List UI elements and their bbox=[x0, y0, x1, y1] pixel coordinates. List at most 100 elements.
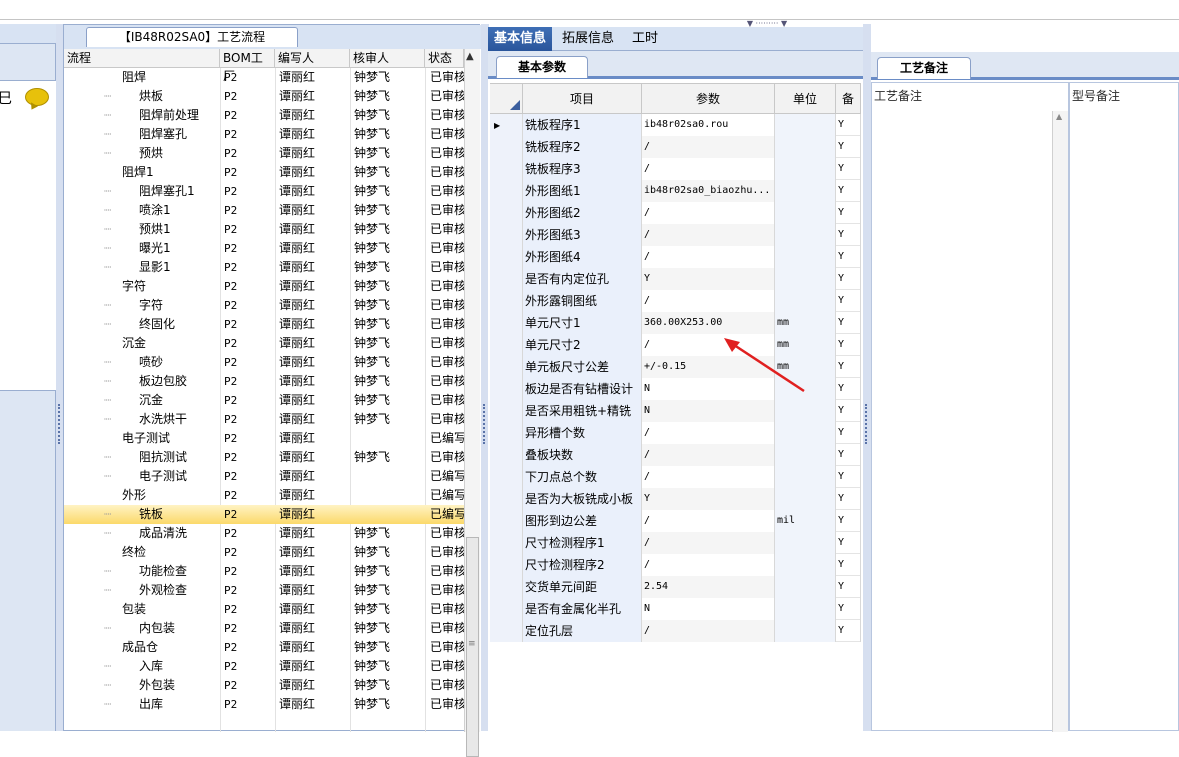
row-selector[interactable] bbox=[490, 488, 523, 510]
param-value[interactable]: N bbox=[642, 400, 775, 422]
param-flag[interactable]: Y bbox=[836, 620, 861, 642]
tree-row[interactable]: ┈ 功能检查 P2 谭丽红 钟梦飞 已审核 bbox=[64, 562, 464, 581]
param-value[interactable]: / bbox=[642, 532, 775, 554]
param-value[interactable]: / bbox=[642, 290, 775, 312]
tree-row[interactable]: ┈ 曝光1 P2 谭丽红 钟梦飞 已审核 bbox=[64, 239, 464, 258]
param-unit[interactable] bbox=[775, 202, 836, 224]
param-row[interactable]: 是否采用粗铣+精铣 N Y bbox=[490, 400, 861, 422]
row-selector[interactable] bbox=[490, 598, 523, 620]
tree-row[interactable]: −成品仓P2谭丽红钟梦飞已审核 bbox=[64, 638, 464, 657]
tree-row[interactable]: −阻焊1P2谭丽红钟梦飞已审核 bbox=[64, 163, 464, 182]
row-selector[interactable] bbox=[490, 268, 523, 290]
param-row[interactable]: 外形图纸3/ Y bbox=[490, 224, 861, 246]
param-flag[interactable]: Y bbox=[836, 378, 861, 400]
param-unit[interactable] bbox=[775, 246, 836, 268]
row-selector[interactable] bbox=[490, 554, 523, 576]
param-row[interactable]: 单元尺寸1 360.00X253.00 mm Y bbox=[490, 312, 861, 334]
param-unit[interactable] bbox=[775, 532, 836, 554]
tree-row[interactable]: ┈ 板边包胶 P2 谭丽红 钟梦飞 已审核 bbox=[64, 372, 464, 391]
param-value[interactable]: / bbox=[642, 158, 775, 180]
tree-row[interactable]: ┈ 铣板 P2 谭丽红 已编写 bbox=[64, 505, 464, 524]
scroll-up-icon[interactable]: ▲ bbox=[466, 51, 474, 62]
row-selector[interactable] bbox=[490, 466, 523, 488]
param-row[interactable]: 叠板块数 / Y bbox=[490, 444, 861, 466]
tab-work-hours[interactable]: 工时 bbox=[626, 27, 664, 51]
param-unit[interactable] bbox=[775, 224, 836, 246]
col-unit[interactable]: 单位 bbox=[775, 84, 836, 114]
param-row[interactable]: 是否为大板铣成小板 Y Y bbox=[490, 488, 861, 510]
tab-extended-info[interactable]: 拓展信息 bbox=[556, 27, 620, 51]
grid-corner[interactable] bbox=[490, 84, 523, 114]
param-flag[interactable]: Y bbox=[836, 268, 861, 290]
tree-row[interactable]: ┈ 显影1 P2 谭丽红 钟梦飞 已审核 bbox=[64, 258, 464, 277]
param-row[interactable]: ▶ 铣板程序1 ib48r02sa0.rou Y bbox=[490, 114, 861, 136]
param-unit[interactable] bbox=[775, 554, 836, 576]
chat-bubble-icon[interactable] bbox=[25, 88, 49, 106]
row-selector[interactable] bbox=[490, 180, 523, 202]
param-unit[interactable] bbox=[775, 466, 836, 488]
row-selector[interactable] bbox=[490, 422, 523, 444]
row-selector[interactable] bbox=[490, 356, 523, 378]
row-selector[interactable] bbox=[490, 158, 523, 180]
row-selector[interactable] bbox=[490, 378, 523, 400]
param-flag[interactable]: Y bbox=[836, 510, 861, 532]
param-flag[interactable]: Y bbox=[836, 400, 861, 422]
row-selector[interactable] bbox=[490, 400, 523, 422]
tree-row[interactable]: ┈ 外包装 P2 谭丽红 钟梦飞 已审核 bbox=[64, 676, 464, 695]
tree-row[interactable]: −包装P2谭丽红钟梦飞已审核 bbox=[64, 600, 464, 619]
tree-row[interactable]: ┈ 成品清洗 P2 谭丽红 钟梦飞 已审核 bbox=[64, 524, 464, 543]
param-unit[interactable] bbox=[775, 488, 836, 510]
param-value[interactable]: Y bbox=[642, 268, 775, 290]
param-flag[interactable]: Y bbox=[836, 576, 861, 598]
param-flag[interactable]: Y bbox=[836, 444, 861, 466]
param-value[interactable]: 360.00X253.00 bbox=[642, 312, 775, 334]
tree-row[interactable]: ┈ 预烘1 P2 谭丽红 钟梦飞 已审核 bbox=[64, 220, 464, 239]
param-flag[interactable]: Y bbox=[836, 312, 861, 334]
row-selector[interactable] bbox=[490, 312, 523, 334]
row-selector[interactable] bbox=[490, 334, 523, 356]
tree-row[interactable]: −沉金P2谭丽红钟梦飞已审核 bbox=[64, 334, 464, 353]
tab-basic-params[interactable]: 基本参数 bbox=[496, 56, 588, 78]
param-unit[interactable]: mm bbox=[775, 312, 836, 334]
param-unit[interactable] bbox=[775, 136, 836, 158]
row-selector[interactable] bbox=[490, 444, 523, 466]
param-unit[interactable] bbox=[775, 598, 836, 620]
param-row[interactable]: 外形图纸1 ib48r02sa0_biaozhu... Y bbox=[490, 180, 861, 202]
param-row[interactable]: 尺寸检测程序2/ Y bbox=[490, 554, 861, 576]
param-row[interactable]: 图形到边公差 / mil Y bbox=[490, 510, 861, 532]
col-remark[interactable]: 备 bbox=[836, 84, 861, 114]
param-flag[interactable]: Y bbox=[836, 136, 861, 158]
param-unit[interactable]: mil bbox=[775, 510, 836, 532]
col-process[interactable]: 流程 bbox=[64, 49, 220, 68]
param-value[interactable]: / bbox=[642, 422, 775, 444]
param-unit[interactable] bbox=[775, 268, 836, 290]
tree-row[interactable]: ┈ 预烘 P2 谭丽红 钟梦飞 已审核 bbox=[64, 144, 464, 163]
tree-row[interactable]: ┈ 喷砂 P2 谭丽红 钟梦飞 已审核 bbox=[64, 353, 464, 372]
param-unit[interactable] bbox=[775, 114, 836, 136]
tree-row[interactable]: ┈ 烘板 P2 谭丽红 钟梦飞 已审核 bbox=[64, 87, 464, 106]
param-unit[interactable] bbox=[775, 158, 836, 180]
splitter-right[interactable] bbox=[863, 24, 871, 731]
param-value[interactable]: / bbox=[642, 466, 775, 488]
param-value[interactable]: / bbox=[642, 224, 775, 246]
param-row[interactable]: 铣板程序2/ Y bbox=[490, 136, 861, 158]
row-selector[interactable] bbox=[490, 620, 523, 642]
param-value[interactable]: / bbox=[642, 246, 775, 268]
tree-row[interactable]: ┈ 内包装 P2 谭丽红 钟梦飞 已审核 bbox=[64, 619, 464, 638]
param-flag[interactable]: Y bbox=[836, 290, 861, 312]
param-unit[interactable] bbox=[775, 180, 836, 202]
row-selector[interactable] bbox=[490, 224, 523, 246]
param-value[interactable]: / bbox=[642, 444, 775, 466]
param-value[interactable]: / bbox=[642, 554, 775, 576]
tree-row[interactable]: −外形P2谭丽红已编写 bbox=[64, 486, 464, 505]
tree-row[interactable]: ┈ 终固化 P2 谭丽红 钟梦飞 已审核 bbox=[64, 315, 464, 334]
col-bom[interactable]: BOM工厂 bbox=[220, 49, 275, 83]
tree-scrollbar[interactable]: ▲ ≡ bbox=[464, 49, 480, 757]
param-flag[interactable]: Y bbox=[836, 224, 861, 246]
param-flag[interactable]: Y bbox=[836, 488, 861, 510]
process-remark-box[interactable]: 工艺备注 ▲ bbox=[871, 82, 1069, 732]
col-reviewer[interactable]: 核审人 bbox=[350, 49, 425, 68]
tree-row[interactable]: ┈ 阻焊塞孔 P2 谭丽红 钟梦飞 已审核 bbox=[64, 125, 464, 144]
scroll-up-icon[interactable]: ▲ bbox=[1056, 112, 1062, 121]
param-unit[interactable] bbox=[775, 444, 836, 466]
